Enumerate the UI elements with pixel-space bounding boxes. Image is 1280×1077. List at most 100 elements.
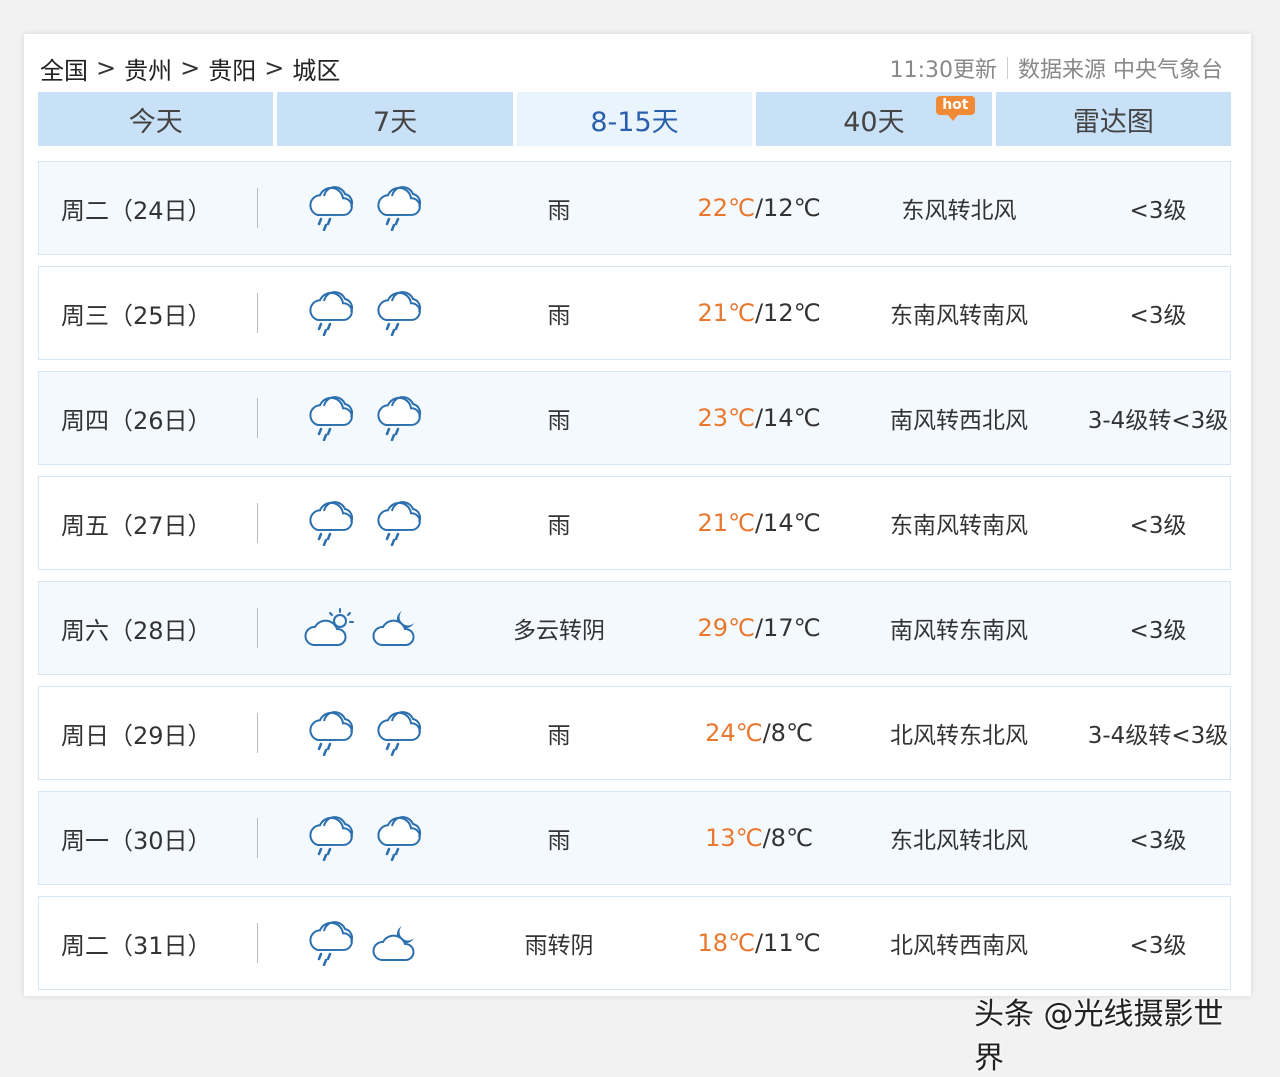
row-divider	[257, 293, 258, 333]
weather-description: 多云转阴	[513, 618, 605, 644]
tab-7-days[interactable]: 7天	[277, 92, 513, 146]
tab-8-15-days[interactable]: 8-15天	[516, 92, 753, 146]
rain-cloud-icon	[304, 185, 356, 231]
rain-cloud-icon	[304, 395, 356, 441]
temp-separator: /	[754, 299, 764, 327]
rain-cloud-icon	[372, 500, 424, 546]
temp-separator: /	[754, 194, 764, 222]
row-divider	[257, 188, 258, 228]
wind-level: <3级	[1129, 618, 1187, 644]
weather-icons	[304, 605, 424, 651]
low-temp: 14℃	[763, 404, 821, 432]
tab-40-days[interactable]: 40天 hot	[756, 92, 992, 146]
high-temp: 23℃	[697, 404, 755, 432]
rain-cloud-icon	[372, 710, 424, 756]
forecast-row: 周三（25日） 雨 21℃/12℃ 东南风转南风 <3级	[38, 266, 1231, 360]
row-divider	[257, 923, 258, 963]
low-temp: 14℃	[763, 509, 821, 537]
breadcrumb-separator: >	[264, 54, 285, 82]
partly-cloudy-sun-icon	[304, 605, 356, 651]
row-divider	[257, 503, 258, 543]
data-source: 数据来源 中央气象台	[1018, 58, 1223, 83]
temperature: 29℃/17℃	[659, 614, 859, 642]
temperature: 21℃/12℃	[659, 299, 859, 327]
day-label: 周三（25日）	[61, 301, 212, 330]
tab-label: 8-15天	[590, 106, 679, 138]
row-divider	[257, 398, 258, 438]
high-temp: 13℃	[705, 824, 763, 852]
rain-cloud-icon	[372, 815, 424, 861]
rain-cloud-icon	[304, 500, 356, 546]
day-label: 周二（31日）	[61, 931, 212, 960]
row-divider	[257, 818, 258, 858]
breadcrumb-item-district: 城区	[292, 56, 341, 85]
forecast-row: 周一（30日） 雨 13℃/8℃ 东北风转北风 <3级	[38, 791, 1231, 885]
rain-cloud-icon	[372, 185, 424, 231]
wind-direction: 北风转西南风	[890, 933, 1028, 959]
update-meta: 11:30更新 数据来源 中央气象台	[890, 52, 1223, 84]
high-temp: 21℃	[697, 509, 755, 537]
rain-cloud-icon	[304, 815, 356, 861]
high-temp: 24℃	[705, 719, 763, 747]
weather-description: 雨	[547, 408, 571, 434]
weather-icons	[304, 710, 424, 756]
tab-today[interactable]: 今天	[38, 92, 274, 146]
high-temp: 18℃	[697, 929, 755, 957]
wind-level: <3级	[1129, 933, 1187, 959]
tab-radar[interactable]: 雷达图	[995, 92, 1232, 146]
wind-direction: 东南风转南风	[890, 513, 1028, 539]
weather-description: 雨	[547, 198, 571, 224]
forecast-tabs: 今天 7天 8-15天 40天 hot 雷达图	[38, 92, 1232, 146]
temperature: 23℃/14℃	[659, 404, 859, 432]
weather-description: 雨	[547, 513, 571, 539]
temperature: 21℃/14℃	[659, 509, 859, 537]
row-divider	[257, 713, 258, 753]
hot-badge: hot	[936, 96, 975, 121]
forecast-row: 周四（26日） 雨 23℃/14℃ 南风转西北风 3-4级转<3级	[38, 371, 1231, 465]
temp-separator: /	[754, 404, 764, 432]
forecast-row: 周二（31日） 雨转阴 18℃/11℃ 北风转西南风 <3级	[38, 896, 1231, 990]
high-temp: 21℃	[697, 299, 755, 327]
header-bar: 全国 > 贵州 > 贵阳 > 城区 11:30更新 数据来源 中央气象台	[40, 50, 1223, 86]
weather-icons	[304, 815, 424, 861]
wind-level: 3-4级转<3级	[1087, 408, 1229, 434]
watermark: 头条 @光线摄影世界	[974, 997, 1224, 1076]
tab-label: 40天	[843, 106, 905, 138]
temp-separator: /	[754, 614, 764, 642]
forecast-row: 周二（24日） 雨 22℃/12℃ 东风转北风 <3级	[38, 161, 1231, 255]
temperature: 22℃/12℃	[659, 194, 859, 222]
wind-direction: 南风转东南风	[890, 618, 1028, 644]
low-temp: 12℃	[763, 194, 821, 222]
meta-divider	[1007, 57, 1008, 79]
wind-level: 3-4级转<3级	[1087, 723, 1229, 749]
temp-separator: /	[762, 824, 771, 852]
day-label: 周二（24日）	[61, 196, 212, 225]
weather-card: 全国 > 贵州 > 贵阳 > 城区 11:30更新 数据来源 中央气象台 今天 …	[24, 34, 1251, 1076]
rain-cloud-icon	[304, 290, 356, 336]
tab-label: 今天	[128, 106, 183, 138]
rain-cloud-icon	[372, 290, 424, 336]
weather-description: 雨	[547, 303, 571, 329]
wind-direction: 东南风转南风	[890, 303, 1028, 329]
wind-direction: 南风转西北风	[890, 408, 1028, 434]
temp-separator: /	[754, 509, 764, 537]
day-label: 周四（26日）	[61, 406, 212, 435]
temperature: 24℃/8℃	[659, 719, 859, 747]
wind-level: <3级	[1129, 828, 1187, 854]
temp-separator: /	[754, 929, 764, 957]
breadcrumb-item-city[interactable]: 贵阳	[208, 51, 256, 86]
low-temp: 8℃	[770, 824, 813, 852]
breadcrumb-item-province[interactable]: 贵州	[124, 51, 172, 86]
day-label: 周一（30日）	[61, 826, 212, 855]
breadcrumb-item-country[interactable]: 全国	[40, 51, 88, 86]
breadcrumb-separator: >	[96, 54, 117, 82]
day-label: 周六（28日）	[61, 616, 212, 645]
wind-direction: 北风转东北风	[890, 723, 1028, 749]
high-temp: 29℃	[697, 614, 755, 642]
forecast-row: 周五（27日） 雨 21℃/14℃ 东南风转南风 <3级	[38, 476, 1231, 570]
update-time: 11:30更新	[889, 58, 997, 83]
wind-level: <3级	[1129, 513, 1187, 539]
low-temp: 12℃	[763, 299, 821, 327]
weather-icons	[304, 500, 424, 546]
weather-description: 雨转阴	[524, 933, 594, 959]
